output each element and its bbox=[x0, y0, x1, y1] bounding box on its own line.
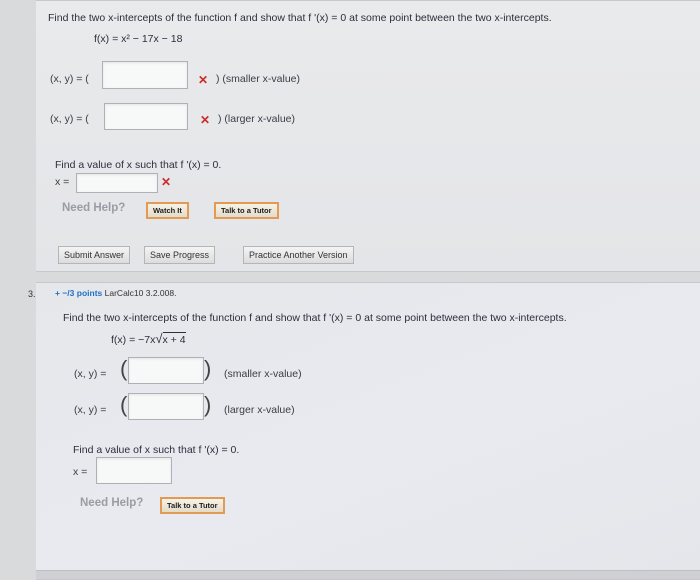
larger-x-hint: ) (larger x-value) bbox=[218, 113, 296, 125]
talk-to-tutor-button[interactable]: Talk to a Tutor bbox=[214, 202, 279, 219]
larger-x-input[interactable] bbox=[104, 103, 188, 130]
points-badge: −/3 points bbox=[62, 288, 103, 298]
submit-answer-button[interactable]: Submit Answer bbox=[58, 246, 131, 264]
x-label: x = bbox=[73, 466, 88, 478]
smaller-x-input[interactable] bbox=[102, 61, 188, 89]
radical-sign: √ bbox=[155, 331, 163, 346]
larger-x-hint: (larger x-value) bbox=[224, 404, 295, 416]
point-label: (x, y) = ( bbox=[50, 73, 89, 85]
expand-icon[interactable]: + bbox=[55, 288, 60, 298]
function-definition: f(x) = −7x√x + 4 bbox=[111, 331, 186, 346]
close-paren: ) bbox=[204, 392, 212, 417]
smaller-x-hint: (smaller x-value) bbox=[224, 368, 302, 380]
question-3-panel: Find the two x-intercepts of the functio… bbox=[36, 282, 700, 580]
function-definition: f(x) = x² − 17x − 18 bbox=[94, 33, 183, 45]
practice-another-version-button[interactable]: Practice Another Version bbox=[243, 246, 354, 264]
incorrect-icon: ✕ bbox=[200, 113, 211, 127]
question-prompt: Find the two x-intercepts of the functio… bbox=[48, 12, 552, 24]
function-radicand: x + 4 bbox=[162, 332, 186, 346]
incorrect-icon: ✕ bbox=[198, 73, 209, 87]
derivative-prompt: Find a value of x such that f '(x) = 0. bbox=[55, 159, 222, 171]
point-label: (x, y) = bbox=[74, 404, 107, 416]
point-label: (x, y) = bbox=[74, 368, 107, 380]
save-progress-button[interactable]: Save Progress bbox=[144, 246, 216, 264]
question-number: 3. bbox=[28, 289, 36, 299]
talk-to-tutor-button[interactable]: Talk to a Tutor bbox=[160, 497, 225, 514]
function-left: f(x) = −7x bbox=[111, 334, 156, 346]
critical-x-input[interactable] bbox=[96, 457, 172, 484]
x-label: x = bbox=[55, 176, 70, 188]
derivative-prompt: Find a value of x such that f '(x) = 0. bbox=[73, 444, 240, 456]
close-paren: ) bbox=[204, 356, 212, 381]
incorrect-icon: ✕ bbox=[161, 175, 172, 189]
question-prompt: Find the two x-intercepts of the functio… bbox=[63, 312, 567, 324]
larger-x-input[interactable] bbox=[128, 393, 204, 420]
smaller-x-hint: ) (smaller x-value) bbox=[216, 73, 301, 85]
smaller-x-input[interactable] bbox=[128, 357, 204, 384]
question-2-panel: Find the two x-intercepts of the functio… bbox=[36, 0, 700, 272]
point-label: (x, y) = ( bbox=[50, 113, 89, 125]
critical-x-input[interactable] bbox=[76, 173, 158, 193]
open-paren: ( bbox=[120, 392, 128, 417]
need-help-label: Need Help? bbox=[80, 497, 144, 509]
open-paren: ( bbox=[120, 356, 128, 381]
question-points-row: + −/3 points LarCalc10 3.2.008. bbox=[55, 288, 176, 298]
problem-code: LarCalc10 3.2.008. bbox=[104, 288, 177, 298]
need-help-label: Need Help? bbox=[62, 202, 126, 214]
watch-it-button[interactable]: Watch It bbox=[146, 202, 189, 219]
